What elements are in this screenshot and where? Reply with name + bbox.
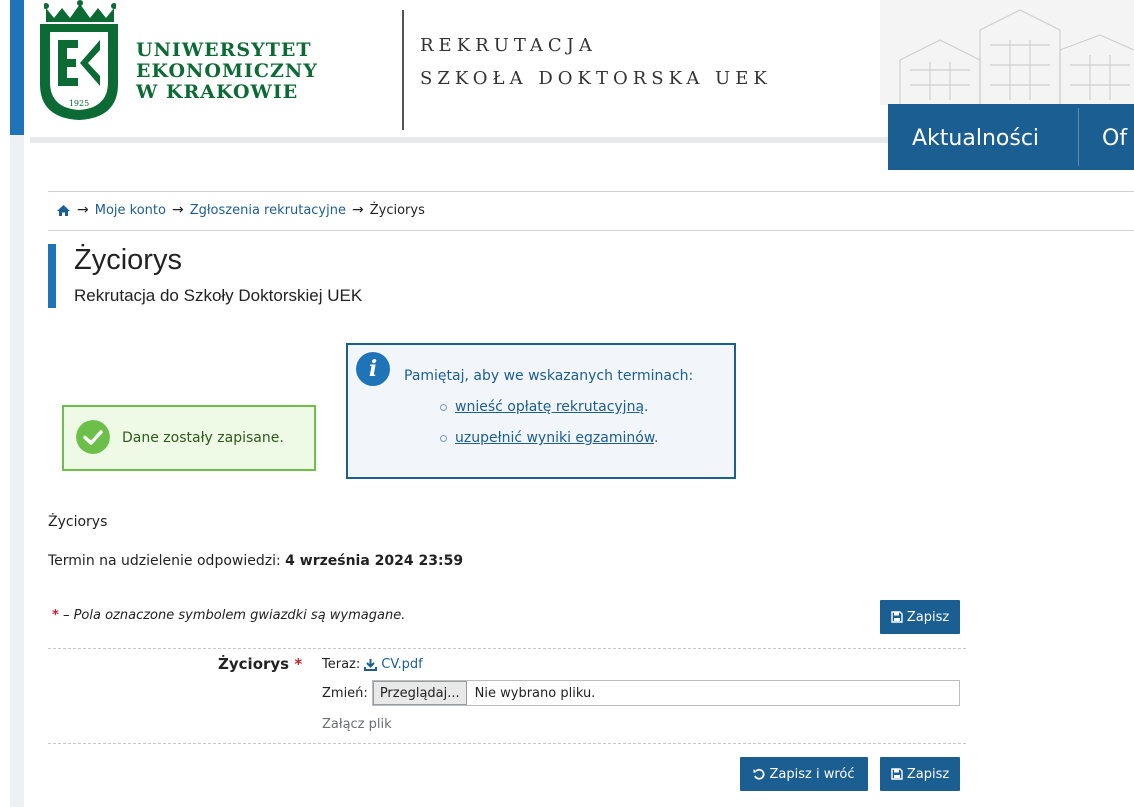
pay-fee-link[interactable]: wnieść opłatę rekrutacyjną	[455, 399, 644, 415]
undo-icon	[753, 768, 766, 780]
breadcrumb-arrow-icon: →	[171, 202, 184, 218]
university-name-line2: EKONOMICZNY	[136, 60, 318, 82]
browse-button[interactable]: Przeglądaj...	[372, 681, 467, 705]
form-divider	[48, 648, 966, 649]
section-label: Życiorys	[48, 514, 108, 530]
required-note-text: – Pola oznaczone symbolem gwiazdki są wy…	[62, 608, 406, 623]
deadline-label: Termin na udzielenie odpowiedzi:	[48, 553, 281, 569]
page-subtitle: Rekrutacja do Szkoły Doktorskiej UEK	[74, 286, 363, 305]
change-file-row: Zmień: Przeglądaj... Nie wybrano pliku.	[322, 680, 960, 706]
nav-item-of[interactable]: Of	[1102, 126, 1127, 151]
crown-icon	[44, 0, 116, 22]
attach-hint: Załącz plik	[322, 717, 392, 732]
info-list-item: uzupełnić wyniki egzaminów.	[440, 430, 658, 446]
title-accent-bar	[48, 244, 56, 308]
divider	[48, 191, 1134, 192]
home-icon[interactable]	[56, 204, 71, 217]
deadline: Termin na udzielenie odpowiedzi: 4 wrześ…	[48, 553, 463, 569]
file-status: Nie wybrano pliku.	[474, 685, 596, 701]
logo-year: 1925	[69, 99, 89, 108]
breadcrumb-arrow-icon: →	[351, 202, 364, 218]
header-divider	[402, 10, 404, 130]
left-accent-bar	[10, 0, 24, 135]
breadcrumb: → Moje konto → Zgłoszenia rekrutacyjne →…	[56, 202, 425, 218]
checkmark-icon	[76, 420, 110, 454]
university-logo: 1925	[40, 24, 118, 120]
breadcrumb-applications[interactable]: Zgłoszenia rekrutacyjne	[190, 203, 346, 218]
save-button[interactable]: Zapisz	[880, 757, 960, 791]
bullet-icon	[440, 403, 447, 411]
form-divider	[48, 743, 966, 744]
info-list-item: wnieść opłatę rekrutacyjną.	[440, 399, 648, 415]
save-button[interactable]: Zapisz	[880, 600, 960, 634]
breadcrumb-my-account[interactable]: Moje konto	[95, 203, 166, 218]
current-file-row: Teraz: CV.pdf	[322, 657, 423, 672]
info-icon: i	[356, 352, 390, 386]
bullet-icon	[440, 434, 447, 442]
breadcrumb-arrow-icon: →	[77, 202, 89, 218]
file-input[interactable]: Przeglądaj... Nie wybrano pliku.	[371, 680, 960, 706]
nav-separator	[1078, 108, 1079, 166]
success-text: Dane zostały zapisane.	[122, 430, 284, 446]
cv-field-label: Życiorys *	[218, 655, 303, 673]
download-icon	[364, 658, 378, 671]
exam-results-link[interactable]: uzupełnić wyniki egzaminów	[455, 430, 654, 446]
deadline-value: 4 września 2024 23:59	[285, 553, 464, 569]
recruitment-title: REKRUTACJA	[420, 35, 597, 56]
required-star: *	[294, 655, 303, 673]
change-label: Zmień:	[322, 685, 368, 701]
floppy-disk-icon	[891, 611, 903, 623]
page-title: Życiorys	[74, 244, 182, 276]
required-star: *	[52, 608, 59, 623]
divider	[48, 230, 1134, 231]
floppy-disk-icon	[891, 768, 903, 780]
required-note: * – Pola oznaczone symbolem gwiazdki są …	[52, 608, 405, 623]
doctoral-school-title: SZKOŁA DOKTORSKA UEK	[420, 68, 772, 89]
university-name-line1: UNIWERSYTET	[136, 39, 312, 61]
breadcrumb-current: Życiorys	[369, 202, 425, 218]
building-sketch-image	[880, 0, 1134, 105]
current-file-link[interactable]: CV.pdf	[381, 657, 423, 672]
nav-item-aktualnosci[interactable]: Aktualności	[912, 126, 1039, 151]
info-text: Pamiętaj, aby we wskazanych terminach:	[404, 368, 694, 384]
university-name-line3: W KRAKOWIE	[136, 81, 299, 103]
left-gutter	[10, 135, 24, 807]
save-and-back-button[interactable]: Zapisz i wróć	[740, 757, 868, 791]
current-label: Teraz:	[322, 657, 361, 672]
header-underline	[30, 137, 888, 143]
